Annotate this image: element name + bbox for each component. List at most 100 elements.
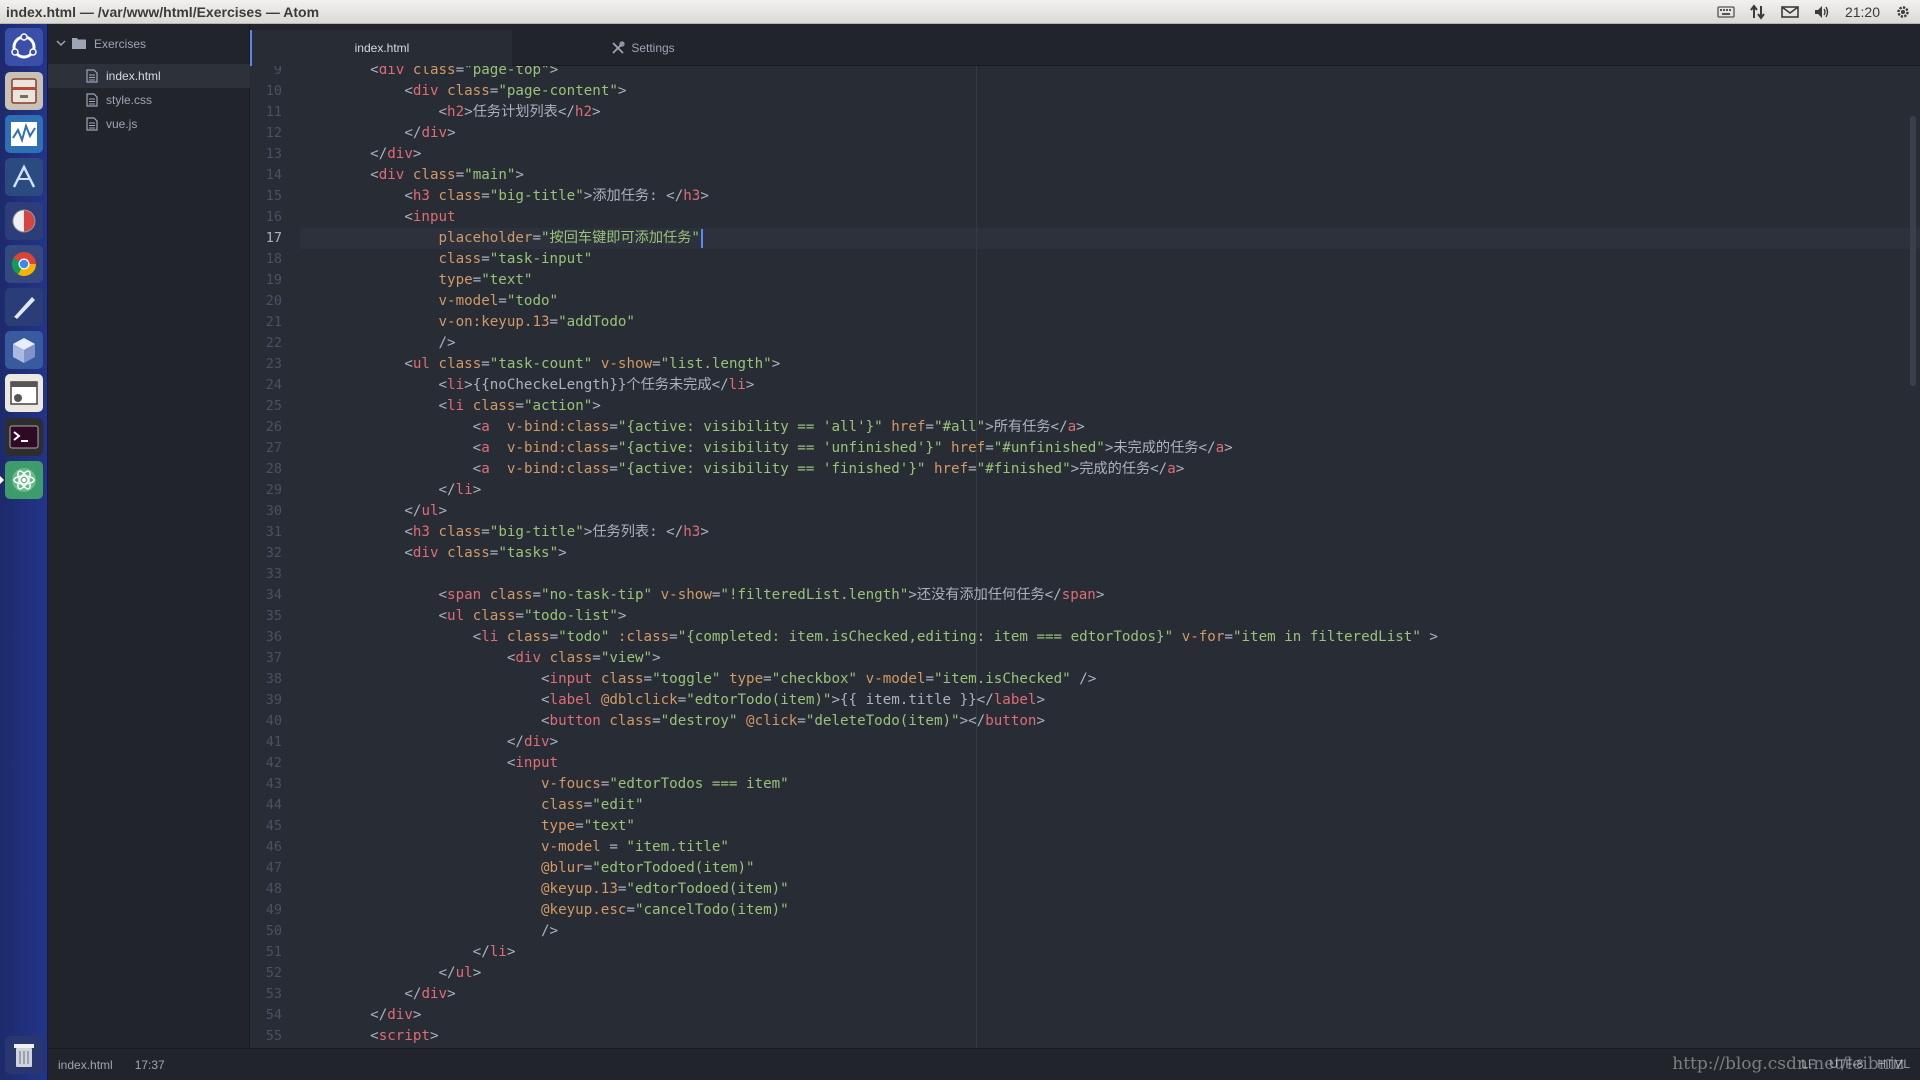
code-line[interactable]: <div class="page-top"> xyxy=(336,66,558,81)
terminal-icon[interactable] xyxy=(5,418,43,456)
code-line[interactable]: <li class="todo" :class="{completed: ite… xyxy=(336,627,1438,648)
status-cursor-position[interactable]: 17:37 xyxy=(135,1058,165,1072)
volume-icon[interactable] xyxy=(1813,4,1831,20)
code-line[interactable]: class="task-input" xyxy=(336,249,593,270)
line-number: 36 xyxy=(265,629,282,645)
vertical-scrollbar[interactable] xyxy=(1910,116,1916,386)
text-tool-icon[interactable] xyxy=(5,158,43,196)
ball-icon[interactable] xyxy=(5,202,43,240)
code-line[interactable]: <div class="view"> xyxy=(336,648,661,669)
mail-icon[interactable] xyxy=(1781,4,1799,20)
code-line[interactable]: <a v-bind:class="{active: visibility == … xyxy=(336,417,1085,438)
code-line[interactable]: </div> xyxy=(336,984,455,1005)
tab-settings[interactable]: Settings xyxy=(512,30,774,66)
code-line[interactable]: <div class="page-content"> xyxy=(336,81,626,102)
line-number: 40 xyxy=(265,713,282,729)
code-line[interactable]: </div> xyxy=(336,732,558,753)
line-number: 26 xyxy=(265,419,282,435)
wrap-guide xyxy=(976,66,977,1048)
line-number: 23 xyxy=(265,356,282,372)
code-line[interactable]: /> xyxy=(336,333,455,354)
line-number: 22 xyxy=(265,335,282,351)
line-number: 48 xyxy=(265,881,282,897)
trash-icon[interactable] xyxy=(5,1036,43,1074)
ubuntu-dash-icon[interactable] xyxy=(5,28,43,66)
code-line[interactable]: <h2>任务计划列表</h2> xyxy=(336,102,601,123)
code-line[interactable]: </li> xyxy=(336,480,482,501)
code-editor[interactable]: 9 10 11 12 13 14 15 16 17 18 19 20 21 22 23 24 25 26 27 28 2… xyxy=(250,66,1920,1048)
code-line[interactable]: <div class="tasks"> xyxy=(336,543,566,564)
line-number: 51 xyxy=(265,944,282,960)
gear-icon[interactable] xyxy=(1894,4,1912,20)
code-line[interactable]: <script> xyxy=(336,1026,438,1047)
chrome-icon[interactable] xyxy=(5,245,43,283)
code-line[interactable]: type="text" xyxy=(336,816,635,837)
code-line[interactable]: v-on:keyup.13="addTodo" xyxy=(336,312,635,333)
code-line[interactable]: </div> xyxy=(336,144,421,165)
code-line[interactable]: <button class="destroy" @click="deleteTo… xyxy=(336,711,1045,732)
code-line[interactable]: @keyup.esc="cancelTodo(item)" xyxy=(336,900,789,921)
tree-file-style-css[interactable]: style.css xyxy=(48,88,250,112)
keyboard-icon[interactable] xyxy=(1717,4,1735,20)
line-number: 25 xyxy=(265,398,282,414)
file-cabinet-icon[interactable] xyxy=(5,72,43,110)
code-line[interactable]: class="edit" xyxy=(336,795,644,816)
system-top-bar: index.html — /var/www/html/Exercises — A… xyxy=(0,0,1920,24)
line-number: 54 xyxy=(265,1007,282,1023)
code-line[interactable]: v-model="todo" xyxy=(336,291,559,312)
code-line[interactable]: </div> xyxy=(336,1005,421,1026)
system-monitor-icon[interactable] xyxy=(5,115,43,153)
tab-index-html[interactable]: index.html xyxy=(250,30,512,66)
window-icon[interactable] xyxy=(5,374,43,412)
watermark: http://blog.csdn.net/leibniz xyxy=(1672,1054,1904,1074)
network-arrows-icon[interactable] xyxy=(1749,3,1767,20)
line-number: 14 xyxy=(265,167,282,183)
code-line[interactable]: <input xyxy=(336,207,455,228)
code-line[interactable]: <ul class="task-count" v-show="list.leng… xyxy=(336,354,780,375)
unity-launcher xyxy=(0,24,48,1080)
status-file-name[interactable]: index.html xyxy=(58,1058,113,1072)
tree-file-label: index.html xyxy=(106,69,161,83)
line-number: 45 xyxy=(265,818,282,834)
code-line[interactable]: <a v-bind:class="{active: visibility == … xyxy=(336,459,1185,480)
chevron-down-icon[interactable] xyxy=(56,37,66,51)
line-number: 13 xyxy=(265,146,282,162)
tree-file-index-html[interactable]: index.html xyxy=(48,64,250,88)
code-line[interactable]: type="text" xyxy=(336,270,533,291)
line-number: 11 xyxy=(265,104,282,120)
code-line[interactable]: <a v-bind:class="{active: visibility == … xyxy=(336,438,1233,459)
code-line[interactable]: </li> xyxy=(336,942,516,963)
line-number: 10 xyxy=(265,83,282,99)
code-line[interactable]: <label @dblclick="edtorTodo(item)">{{ it… xyxy=(336,690,1045,711)
tree-file-vue-js[interactable]: vue.js xyxy=(48,112,250,136)
code-line[interactable]: <h3 class="big-title">任务列表: </h3> xyxy=(336,522,709,543)
code-line[interactable]: @keyup.13="edtorTodoed(item)" xyxy=(336,879,789,900)
code-line[interactable]: v-model = "item.title" xyxy=(336,837,729,858)
code-line[interactable]: <li class="action"> xyxy=(336,396,601,417)
cube-icon[interactable] xyxy=(5,331,43,369)
atom-icon[interactable] xyxy=(5,461,43,499)
code-line[interactable]: <span class="no-task-tip" v-show="!filte… xyxy=(336,585,1105,606)
code-line[interactable]: /> xyxy=(336,921,558,942)
tab-bar: index.html Settings xyxy=(250,24,1920,66)
code-line[interactable]: <div class="main"> xyxy=(336,165,524,186)
clock[interactable]: 21:20 xyxy=(1845,4,1880,20)
line-number: 29 xyxy=(265,482,282,498)
code-line[interactable]: v-foucs="edtorTodos === item" xyxy=(336,774,789,795)
tree-root-folder[interactable]: Exercises xyxy=(48,32,250,56)
code-line[interactable]: <input xyxy=(336,753,558,774)
code-line[interactable]: <h3 class="big-title">添加任务: </h3> xyxy=(336,186,709,207)
tab-label: index.html xyxy=(354,41,410,55)
tools-icon xyxy=(612,41,625,54)
line-number: 34 xyxy=(265,587,282,603)
code-line[interactable]: placeholder="按回车键即可添加任务" xyxy=(336,228,700,249)
code-line[interactable]: @blur="edtorTodoed(item)" xyxy=(336,858,755,879)
code-line[interactable]: <ul class="todo-list"> xyxy=(336,606,627,627)
pen-icon[interactable] xyxy=(5,288,43,326)
code-line[interactable]: <li>{{noCheckeLength}}个任务未完成</li> xyxy=(336,375,755,396)
code-line[interactable]: </div> xyxy=(336,123,455,144)
code-line[interactable]: </ul> xyxy=(336,501,447,522)
code-line[interactable]: </ul> xyxy=(336,963,482,984)
line-number: 30 xyxy=(265,503,282,519)
code-line[interactable]: <input class="toggle" type="checkbox" v-… xyxy=(336,669,1096,690)
